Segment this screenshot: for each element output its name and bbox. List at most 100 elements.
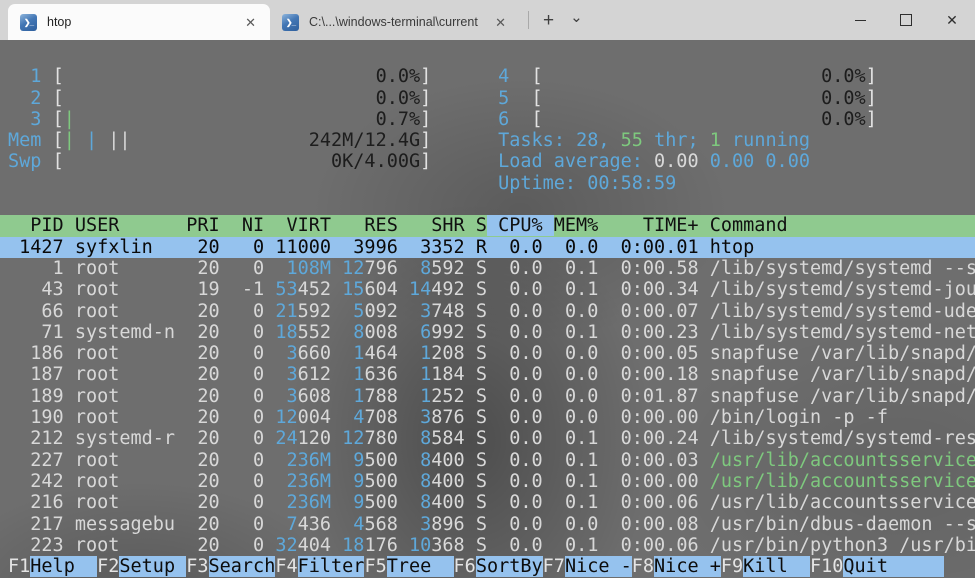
process-row[interactable]: 186 root 20 0 3660 1464 1208 S 0.0 0.0 0… — [0, 343, 975, 364]
tab-title: htop — [47, 15, 233, 29]
cpu6-meter-value: 0.0% — [821, 109, 866, 130]
process-row[interactable]: 242 root 20 0 236M 9500 8400 S 0.0 0.1 0… — [0, 471, 975, 492]
cpu1-meter-value: 0.0% — [376, 66, 421, 87]
process-command: /lib/systemd/systemd-udev — [710, 301, 975, 322]
cpu-meter-row: 3 [| 0.7%] 6 [ 0.0%] — [0, 109, 975, 130]
fkey-f1-key[interactable]: F1 — [8, 556, 30, 577]
fkey-f9-key[interactable]: F9 — [721, 556, 743, 577]
process-cells: S 0.0 0.0 0:01.87 — [476, 386, 710, 407]
process-row[interactable]: 1427 syfxlin 20 0 11000 3996 3352 R 0.0 … — [0, 237, 975, 258]
process-command: /bin/login -p -f — [710, 407, 888, 428]
close-tab-icon[interactable]: ✕ — [241, 14, 260, 31]
fkey-f8-key[interactable]: F8 — [632, 556, 654, 577]
fkey-f10-label[interactable]: Quit — [843, 556, 943, 577]
minimize-button[interactable] — [837, 0, 883, 40]
blank-line — [0, 194, 975, 215]
process-row[interactable]: 43 root 19 -1 53452 15604 14492 S 0.0 0.… — [0, 279, 975, 300]
cpu4-meter-label: 4 — [498, 66, 531, 87]
close-tab-icon[interactable]: ✕ — [491, 14, 510, 31]
tab-windows-terminal-current[interactable]: ❯_ C:\...\windows-terminal\current ✕ — [270, 4, 520, 40]
mem-meter-value: 242M/12.4G — [309, 130, 420, 151]
fkey-f3-label[interactable]: Search — [209, 556, 276, 577]
window-controls: ✕ — [837, 0, 975, 40]
cpu5-meter-value: 0.0% — [821, 88, 866, 109]
process-row[interactable]: 190 root 20 0 12004 4708 3876 S 0.0 0.0 … — [0, 407, 975, 428]
mem-meter-open-bracket: [ — [53, 130, 64, 151]
process-table-header[interactable]: PID USER PRI NI VIRT RES SHR S CPU% MEM%… — [0, 215, 975, 236]
process-cells: S 0.0 0.1 0:00.06 — [476, 535, 710, 556]
tab-bar: ❯_ htop ✕ ❯_ C:\...\windows-terminal\cur… — [0, 0, 593, 40]
fkey-f2-key[interactable]: F2 — [97, 556, 119, 577]
process-row[interactable]: 216 root 20 0 236M 9500 8400 S 0.0 0.1 0… — [0, 492, 975, 513]
new-tab-button[interactable]: + — [537, 11, 560, 30]
cpu2-meter-open-bracket: [ — [53, 88, 64, 109]
header-columns: MEM% TIME+ Command — [554, 215, 788, 236]
process-command: /lib/systemd/systemd-jour — [710, 279, 975, 300]
swp-meter-close-bracket: ] — [420, 151, 431, 172]
mem-tasks-row: Mem [| | || 242M/12.4G] Tasks: 28, 55 th… — [0, 130, 975, 151]
tab-dropdown-icon[interactable]: ⌄ — [560, 10, 593, 31]
process-row[interactable]: 217 messagebu 20 0 7436 4568 3896 S 0.0 … — [0, 514, 975, 535]
fkey-f9-label[interactable]: Kill — [743, 556, 810, 577]
cpu4-meter-open-bracket: [ — [532, 66, 543, 87]
fkey-f4-key[interactable]: F4 — [275, 556, 297, 577]
function-key-bar: F1Help F2Setup F3SearchF4FilterF5Tree F6… — [0, 556, 975, 577]
fkey-f4-label[interactable]: Filter — [298, 556, 365, 577]
process-row[interactable]: 212 systemd-r 20 0 24120 12780 8584 S 0.… — [0, 428, 975, 449]
process-row[interactable]: 187 root 20 0 3612 1636 1184 S 0.0 0.0 0… — [0, 364, 975, 385]
blank-line — [0, 45, 975, 66]
process-command: /lib/systemd/systemd-netw — [710, 322, 975, 343]
cpu5-meter-label: 5 — [498, 88, 531, 109]
process-cells: 212 systemd-r 20 0 — [8, 428, 275, 449]
fkey-f2-label[interactable]: Setup — [119, 556, 186, 577]
process-command: /usr/lib/accountsservice/ — [710, 492, 975, 513]
cpu4-meter-value: 0.0% — [821, 66, 866, 87]
process-cells: S 0.0 0.1 0:00.23 — [476, 322, 710, 343]
process-command: /usr/lib/accountsservice/ — [710, 450, 975, 471]
fkey-f3-key[interactable]: F3 — [186, 556, 208, 577]
fkey-f8-label[interactable]: Nice + — [654, 556, 721, 577]
fkey-f6-label[interactable]: SortBy — [476, 556, 543, 577]
cpu1-meter-open-bracket: [ — [53, 66, 64, 87]
tab-divider — [528, 11, 529, 29]
process-cells: 187 root 20 0 — [8, 364, 275, 385]
process-row[interactable]: 71 systemd-n 20 0 18552 8008 6992 S 0.0 … — [0, 322, 975, 343]
process-command: /lib/systemd/systemd-reso — [710, 428, 975, 449]
maximize-button[interactable] — [883, 0, 929, 40]
minimize-icon — [855, 20, 866, 21]
process-row[interactable]: 1 root 20 0 108M 12796 8592 S 0.0 0.1 0:… — [0, 258, 975, 279]
fkey-f7-key[interactable]: F7 — [543, 556, 565, 577]
cpu6-meter-open-bracket: [ — [532, 109, 543, 130]
fkey-f7-label[interactable]: Nice - — [565, 556, 632, 577]
fkey-f10-key[interactable]: F10 — [810, 556, 843, 577]
process-cells: 216 root 20 0 — [8, 492, 275, 513]
process-command: snapfuse /var/lib/snapd/s — [710, 343, 975, 364]
mem-meter-bar: || — [108, 130, 130, 151]
tab-htop[interactable]: ❯_ htop ✕ — [8, 4, 270, 40]
process-cells: 223 root 20 0 — [8, 535, 275, 556]
process-cells: 43 root 19 -1 — [8, 279, 275, 300]
close-button[interactable]: ✕ — [929, 0, 975, 40]
cpu5-meter-open-bracket: [ — [532, 88, 543, 109]
sort-column-cpu[interactable]: CPU% — [487, 215, 554, 236]
fkey-f1-label[interactable]: Help — [30, 556, 97, 577]
process-cells: S 0.0 0.0 0:00.18 — [476, 364, 710, 385]
fkey-f5-label[interactable]: Tree — [387, 556, 454, 577]
process-cells: 1 root 20 0 — [8, 258, 275, 279]
process-cells: 71 systemd-n 20 0 — [8, 322, 275, 343]
fkey-f6-key[interactable]: F6 — [454, 556, 476, 577]
process-cells: S 0.0 0.0 0:00.07 — [476, 301, 710, 322]
process-cells: 217 messagebu 20 0 — [8, 514, 275, 535]
process-cells: 186 root 20 0 — [8, 343, 275, 364]
process-command: /usr/bin/python3 /usr/bin — [710, 535, 975, 556]
process-row[interactable]: 66 root 20 0 21592 5092 3748 S 0.0 0.0 0… — [0, 301, 975, 322]
process-row[interactable]: 223 root 20 0 32404 18176 10368 S 0.0 0.… — [0, 535, 975, 556]
fkey-f5-key[interactable]: F5 — [364, 556, 386, 577]
cpu-meter-row: 2 [ 0.0%] 5 [ 0.0%] — [0, 88, 975, 109]
cpu3-meter-open-bracket: [ — [53, 109, 64, 130]
mem-meter-bar — [97, 130, 108, 151]
process-command: /lib/systemd/systemd --sy — [710, 258, 975, 279]
process-row[interactable]: 227 root 20 0 236M 9500 8400 S 0.0 0.1 0… — [0, 450, 975, 471]
terminal-screen[interactable]: 1 [ 0.0%] 4 [ 0.0%] 2 [ 0.0%] 5 [ 0.0%] … — [0, 40, 975, 578]
process-row[interactable]: 189 root 20 0 3608 1788 1252 S 0.0 0.0 0… — [0, 386, 975, 407]
